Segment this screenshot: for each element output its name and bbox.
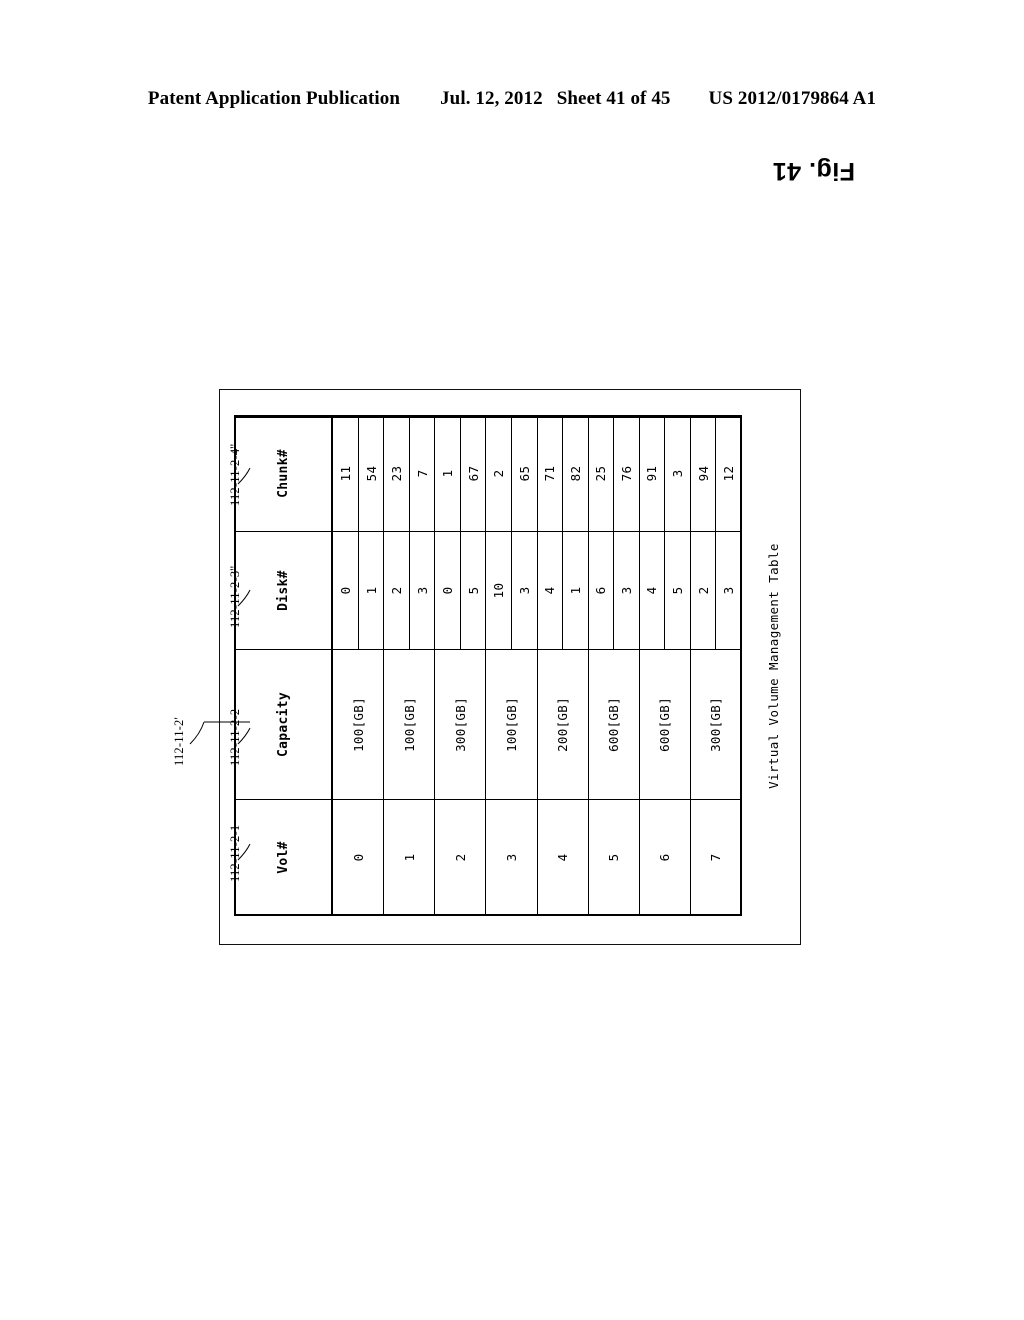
table-row: 3 100[GB] 10 2 — [485, 415, 538, 916]
cell-disk: 3 — [511, 531, 538, 650]
cell-disk: 5 — [460, 531, 486, 650]
cell-capacity: 300[GB] — [434, 649, 486, 800]
table-row: 2 300[GB] 0 1 — [434, 415, 486, 916]
table-header-row: Vol# Capacity Disk# Chunk# — [234, 415, 332, 916]
cell-capacity: 600[GB] — [588, 649, 640, 800]
cell-chunk: 76 — [613, 415, 640, 532]
cell-disk: 4 — [537, 531, 563, 650]
cell-chunk: 12 — [715, 415, 742, 532]
cell-disk: 2 — [690, 531, 716, 650]
cell-vol: 0 — [332, 799, 384, 916]
publication-date: Jul. 12, 2012 — [440, 88, 543, 109]
cell-disk: 0 — [434, 531, 461, 650]
cell-vol: 7 — [690, 799, 742, 916]
cell-chunk: 23 — [383, 415, 410, 532]
cell-chunk: 3 — [664, 415, 691, 532]
cell-chunk: 67 — [460, 415, 486, 532]
cell-chunk: 11 — [332, 415, 359, 532]
cell-chunk: 7 — [409, 415, 435, 532]
cell-disk: 2 — [383, 531, 410, 650]
cell-disk: 4 — [639, 531, 665, 650]
patent-number: US 2012/0179864 A1 — [708, 88, 877, 109]
cell-chunk: 65 — [511, 415, 538, 532]
cell-capacity: 300[GB] — [690, 649, 742, 800]
cell-vol: 1 — [383, 799, 435, 916]
table-row: 0 100[GB] 0 11 — [332, 415, 384, 916]
cell-chunk: 82 — [562, 415, 589, 532]
table-row: 7 300[GB] 2 94 — [690, 415, 742, 916]
cell-chunk: 71 — [537, 415, 563, 532]
cell-chunk: 2 — [485, 415, 512, 532]
publication-label: Patent Application Publication — [147, 88, 401, 109]
cell-capacity: 600[GB] — [639, 649, 691, 800]
virtual-volume-management-table: Vol# Capacity Disk# Chunk# 0 100[GB] 0 11 1 5… — [234, 415, 742, 916]
cell-vol: 2 — [434, 799, 486, 916]
cell-disk: 3 — [613, 531, 640, 650]
cell-disk: 10 — [485, 531, 512, 650]
column-header-disk: Disk# — [234, 531, 332, 650]
ref-numeral-table: 112-11-2' — [172, 717, 186, 766]
cell-disk: 5 — [664, 531, 691, 650]
ref-numeral-capacity-column: 112-11-2-2 — [228, 708, 242, 766]
cell-disk: 3 — [409, 531, 435, 650]
cell-disk: 6 — [588, 531, 614, 650]
cell-disk: 3 — [715, 531, 742, 650]
cell-chunk: 25 — [588, 415, 614, 532]
ref-numeral-vol-column: 112-11-2-1 — [228, 824, 242, 882]
column-header-vol: Vol# — [234, 799, 332, 916]
table-row: 5 600[GB] 6 25 — [588, 415, 640, 916]
cell-vol: 5 — [588, 799, 640, 916]
cell-chunk: 94 — [690, 415, 716, 532]
table-row: 1 100[GB] 2 23 — [383, 415, 435, 916]
cell-chunk: 54 — [358, 415, 384, 532]
cell-vol: 4 — [537, 799, 589, 916]
cell-chunk: 1 — [434, 415, 461, 532]
sheet-number: Sheet 41 of 45 — [556, 88, 671, 109]
column-header-chunk: Chunk# — [234, 415, 332, 532]
cell-vol: 3 — [485, 799, 538, 916]
cell-capacity: 200[GB] — [537, 649, 589, 800]
column-header-capacity: Capacity — [234, 649, 332, 800]
cell-capacity: 100[GB] — [332, 649, 384, 800]
table-title: Virtual Volume Management Table — [766, 543, 781, 789]
figure-outer-frame: 112-11-2-1 112-11-2-2 112-11-2-3'' 112-1… — [172, 389, 801, 945]
cell-disk: 1 — [358, 531, 384, 650]
cell-disk: 0 — [332, 531, 359, 650]
cell-disk: 1 — [562, 531, 589, 650]
figure-caption: Fig. 41 — [772, 157, 855, 185]
ref-numeral-disk-column: 112-11-2-3'' — [228, 565, 242, 628]
cell-vol: 6 — [639, 799, 691, 916]
cell-capacity: 100[GB] — [383, 649, 435, 800]
cell-chunk: 91 — [639, 415, 665, 532]
table-row: 6 600[GB] 4 91 — [639, 415, 691, 916]
cell-capacity: 100[GB] — [485, 649, 538, 800]
page-header: Patent Application Publication Jul. 12, … — [0, 88, 1024, 110]
table-row: 4 200[GB] 4 71 — [537, 415, 589, 916]
ref-numeral-chunk-column: 112-11-2-4'' — [228, 443, 242, 506]
figure-rotated-container: 112-11-2-1 112-11-2-2 112-11-2-3'' 112-1… — [172, 157, 855, 945]
